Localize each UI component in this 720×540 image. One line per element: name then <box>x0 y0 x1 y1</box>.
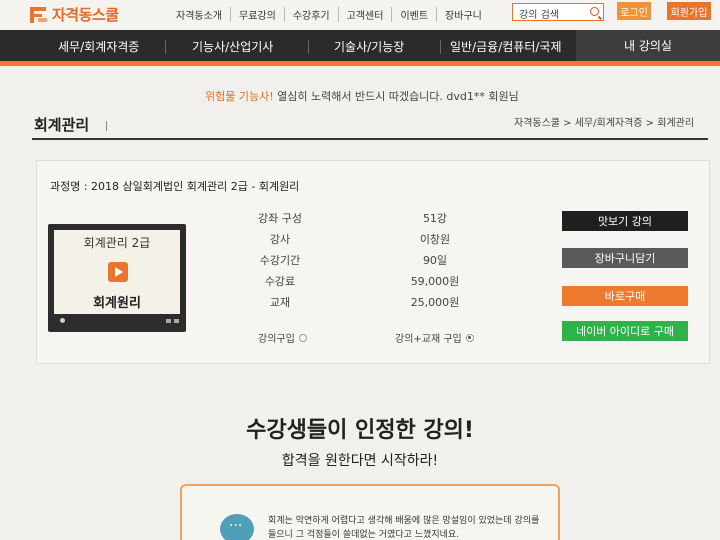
search-icon[interactable] <box>590 7 599 16</box>
option-lecture-only[interactable]: 강의구입 <box>258 330 307 345</box>
nav-item-tax-accounting[interactable]: 세무/회계자격증 <box>58 38 139 55</box>
info-value-fee: 59,000원 <box>410 275 460 288</box>
promo-title: 수강생들이 인정한 강의! <box>246 418 474 443</box>
info-value-instructor: 이창원 <box>419 233 451 246</box>
title-divider <box>106 121 107 131</box>
course-thumbnail[interactable]: 회계관리 2급 회계원리 <box>48 224 186 332</box>
info-label-fee: 수강료 <box>264 275 296 288</box>
play-icon[interactable] <box>108 262 128 282</box>
top-link-cart[interactable]: 장바구니 <box>436 7 490 22</box>
option-lecture-textbook-label: 강의+교재 구입 <box>395 334 462 345</box>
info-label-composition: 강좌 구성 <box>258 212 302 225</box>
buy-now-button[interactable]: 바로구매 <box>562 286 688 306</box>
welcome-text: 열심히 노력해서 반드시 따겠습니다. dvd1** 회원님 <box>273 90 519 103</box>
add-to-cart-button[interactable]: 장바구니담기 <box>562 248 688 268</box>
welcome-message: 위험물 기능사! 열심히 노력해서 반드시 따겠습니다. dvd1** 회원님 <box>205 88 519 104</box>
nav-divider <box>308 40 309 54</box>
welcome-highlight: 위험물 기능사! <box>205 90 274 103</box>
nav-divider <box>440 40 441 54</box>
page-title: 회계관리 <box>34 116 90 134</box>
info-label-period: 수강기간 <box>259 254 301 267</box>
top-link-free-lectures[interactable]: 무료강의 <box>230 7 284 22</box>
testimonial-text: 회계는 막연하게 어렵다고 생각해 배움에 많은 망설임이 있었는데 강의를 들… <box>268 516 540 540</box>
info-value-period: 90일 <box>422 254 448 267</box>
logo-mark-icon <box>30 6 48 23</box>
login-button[interactable]: 로그인 <box>617 2 651 20</box>
join-button[interactable]: 회원가입 <box>667 2 711 20</box>
player-control-icon <box>174 319 179 323</box>
main-nav: 세무/회계자격증 기능사/산업기사 기술사/기능장 일반/금융/컴퓨터/국제 내… <box>0 30 720 66</box>
top-link-support[interactable]: 고객센터 <box>337 7 392 22</box>
option-lecture-textbook[interactable]: 강의+교재 구입 <box>395 330 474 345</box>
top-bar: 자격동스쿨 자격동소개 무료강의 수강후기 고객센터 이벤트 장바구니 강의 검… <box>0 0 720 28</box>
top-link-events[interactable]: 이벤트 <box>391 7 436 22</box>
speech-bubble-icon <box>220 514 254 540</box>
preview-lecture-button[interactable]: 맛보기 강의 <box>562 211 688 231</box>
search-input[interactable]: 강의 검색 <box>512 3 604 21</box>
promo-subtitle: 합격을 원한다면 시작하라! <box>281 453 439 469</box>
player-control-icon <box>166 319 171 323</box>
top-link-reviews[interactable]: 수강후기 <box>283 7 338 22</box>
thumbnail-screen: 회계관리 2급 회계원리 <box>54 230 180 314</box>
info-label-textbook: 교재 <box>269 296 291 309</box>
info-label-instructor: 강사 <box>269 233 291 246</box>
brand-logo[interactable]: 자격동스쿨 <box>30 4 119 25</box>
radio-lecture-only[interactable] <box>298 333 307 342</box>
breadcrumb[interactable]: 자격동스쿨 > 세무/회계자격증 > 회계관리 <box>514 114 694 129</box>
top-link-about[interactable]: 자격동소개 <box>168 7 230 22</box>
thumbnail-top-text: 회계관리 2급 <box>83 236 151 250</box>
nav-divider <box>165 40 166 54</box>
nav-item-my-classroom[interactable]: 내 강의실 <box>576 30 720 61</box>
info-value-textbook: 25,000원 <box>410 296 460 309</box>
title-rule <box>32 138 708 140</box>
radio-lecture-textbook[interactable] <box>465 333 474 342</box>
nav-item-general[interactable]: 일반/금융/컴퓨터/국제 <box>450 38 562 55</box>
brand-name: 자격동스쿨 <box>52 6 119 24</box>
top-links: 자격동소개 무료강의 수강후기 고객센터 이벤트 장바구니 <box>168 7 490 22</box>
nav-item-craftsman[interactable]: 기능사/산업기사 <box>192 38 273 55</box>
info-value-composition: 51강 <box>422 212 448 225</box>
option-lecture-only-label: 강의구입 <box>258 334 295 345</box>
course-name: 과정명 : 2018 삼일회계법인 회계관리 2급 - 회계원리 <box>50 180 300 193</box>
thumbnail-bottom-text: 회계원리 <box>93 296 141 311</box>
progress-dot-icon <box>60 318 65 323</box>
naver-purchase-button[interactable]: 네이버 아이디로 구매 <box>562 321 688 341</box>
nav-item-engineer[interactable]: 기술사/기능장 <box>334 38 404 55</box>
search-input-text: 강의 검색 <box>519 10 559 21</box>
